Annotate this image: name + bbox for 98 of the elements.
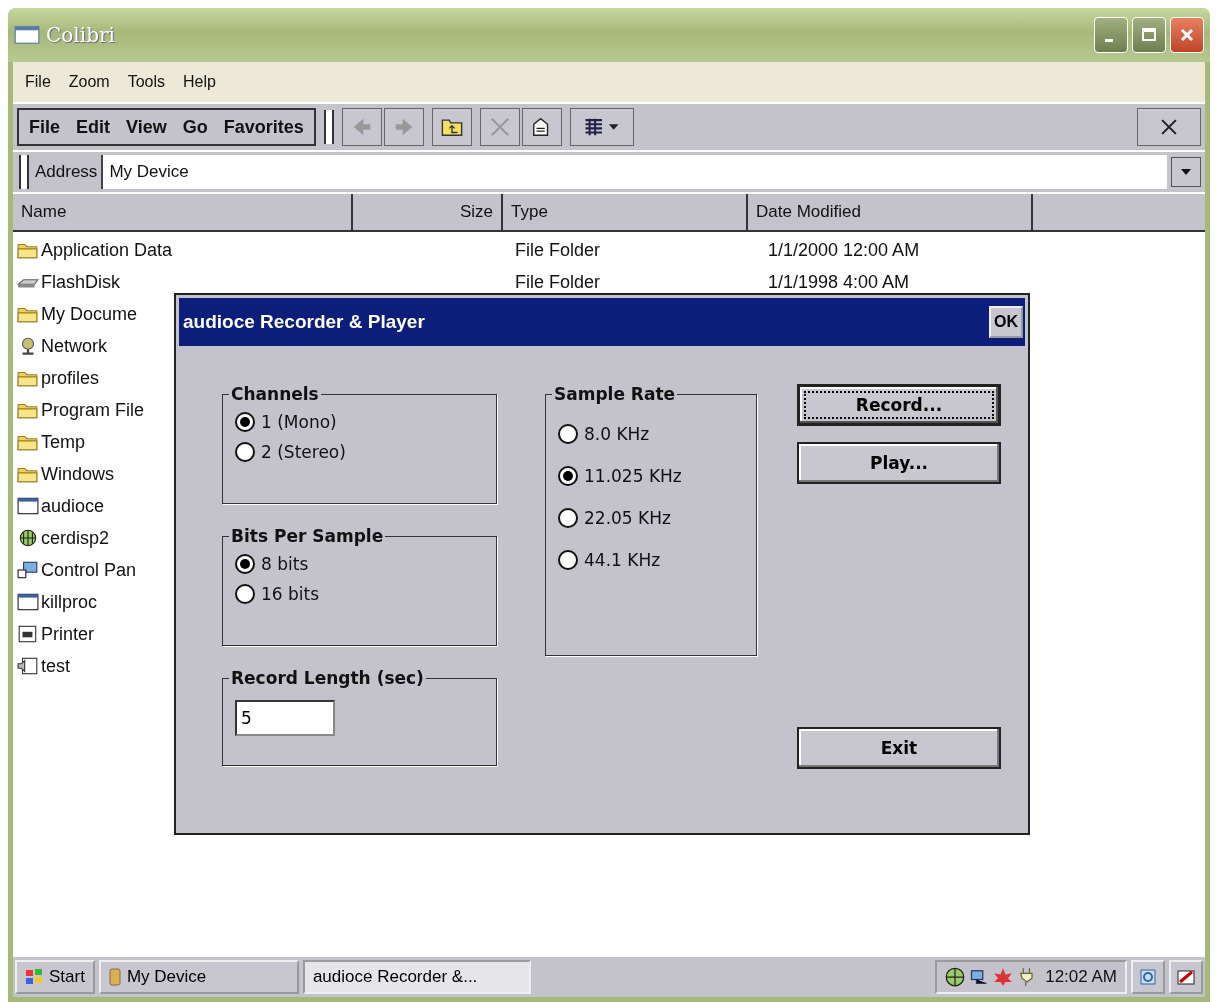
radio-option[interactable]: 8 bits xyxy=(235,554,488,574)
column-header[interactable]: Type xyxy=(503,194,748,230)
radio-option[interactable]: 44.1 KHz xyxy=(558,550,748,570)
file-name[interactable]: profiles xyxy=(41,367,100,389)
menu-item[interactable]: Edit xyxy=(76,116,110,138)
desktop-button[interactable] xyxy=(1131,960,1165,994)
group-title: Record Length (sec) xyxy=(230,668,425,688)
radio-option[interactable]: 22.05 KHz xyxy=(558,508,748,528)
control-panel-icon xyxy=(17,561,39,579)
folder-icon xyxy=(17,241,39,259)
target-icon xyxy=(1139,968,1157,986)
group-title: Bits Per Sample xyxy=(230,526,385,546)
windows-flag-icon xyxy=(25,968,43,986)
file-name[interactable]: Application Data xyxy=(41,239,173,261)
start-button[interactable]: Start xyxy=(15,960,95,994)
radio-option[interactable]: 1 (Mono) xyxy=(235,412,488,432)
file-name[interactable]: test xyxy=(41,655,70,677)
group-title: Channels xyxy=(230,384,320,404)
taskbar-button[interactable]: audioce Recorder &... xyxy=(302,960,531,994)
file-type: File Folder xyxy=(515,271,601,292)
globe-icon[interactable] xyxy=(945,967,966,987)
address-field[interactable]: My Device xyxy=(101,155,1167,189)
radio-button[interactable] xyxy=(235,554,255,574)
window-icon xyxy=(17,497,39,515)
file-name[interactable]: Temp xyxy=(41,431,85,453)
menu-item[interactable]: Go xyxy=(182,116,208,138)
radio-button[interactable] xyxy=(558,508,578,528)
file-name[interactable]: Printer xyxy=(41,623,94,645)
device-icon xyxy=(108,968,121,986)
input-panel-icon xyxy=(1177,968,1195,986)
radio-button[interactable] xyxy=(235,584,255,604)
radio-option[interactable]: 2 (Stereo) xyxy=(235,442,488,462)
file-name[interactable]: Program File xyxy=(41,399,145,421)
menu-item[interactable]: File xyxy=(29,116,60,138)
maximize-button[interactable] xyxy=(1132,17,1166,53)
column-header[interactable]: Name xyxy=(13,194,353,230)
menu-item[interactable]: File xyxy=(25,73,51,91)
input-field[interactable]: 5 xyxy=(235,700,335,736)
file-name[interactable]: audioce xyxy=(41,495,105,517)
file-date: 1/1/1998 4:00 AM xyxy=(768,271,910,292)
file-name[interactable]: FlashDisk xyxy=(41,271,120,293)
toolbar-grip[interactable] xyxy=(19,155,29,189)
window-icon xyxy=(17,593,39,611)
folder-icon xyxy=(17,305,39,323)
radio-button[interactable] xyxy=(558,466,578,486)
network-icon[interactable] xyxy=(969,967,990,987)
menu-item[interactable]: Tools xyxy=(127,73,166,91)
minimize-button[interactable] xyxy=(1094,17,1128,53)
printer-icon xyxy=(17,625,39,643)
globe-icon xyxy=(17,529,39,547)
menu-item[interactable]: Favorites xyxy=(223,116,304,138)
ok-button[interactable]: OK xyxy=(989,306,1023,338)
up-button[interactable] xyxy=(431,108,472,146)
file-name[interactable]: cerdisp2 xyxy=(41,527,110,549)
column-header[interactable]: Size xyxy=(353,194,503,230)
close-button[interactable] xyxy=(1137,108,1201,146)
radio-button[interactable] xyxy=(235,412,255,432)
delete-icon xyxy=(488,116,511,138)
file-name[interactable]: Control Pan xyxy=(41,559,137,581)
views-button[interactable] xyxy=(569,108,634,146)
caret-icon xyxy=(1180,168,1192,176)
dialog-title: audioce Recorder & Player xyxy=(183,311,425,333)
radio-button[interactable] xyxy=(558,424,578,444)
menu-item[interactable]: Zoom xyxy=(68,73,110,91)
file-name[interactable]: Network xyxy=(41,335,107,357)
sound-file-icon xyxy=(17,657,39,675)
radio-option[interactable]: 8.0 KHz xyxy=(558,424,748,444)
window-icon xyxy=(14,25,40,45)
group-title: Sample Rate xyxy=(553,384,677,404)
folder-icon xyxy=(17,401,39,419)
properties-button[interactable] xyxy=(521,108,562,146)
file-type: File Folder xyxy=(515,239,601,260)
minimize-icon xyxy=(1105,38,1113,42)
taskbar-button[interactable]: My Device xyxy=(98,960,299,994)
input-panel-button[interactable] xyxy=(1169,960,1203,994)
radio-button[interactable] xyxy=(235,442,255,462)
folder-icon xyxy=(17,369,39,387)
dropdown-button[interactable] xyxy=(1171,157,1201,187)
folder-up-icon xyxy=(440,116,463,138)
push-button[interactable]: Exit xyxy=(797,727,1001,769)
file-name[interactable]: Windows xyxy=(41,463,115,485)
radio-option[interactable]: 16 bits xyxy=(235,584,488,604)
file-name[interactable]: killproc xyxy=(41,591,97,613)
address-label: Address xyxy=(34,162,99,182)
folder-icon xyxy=(17,465,39,483)
radio-button[interactable] xyxy=(558,550,578,570)
clock: 12:02 AM xyxy=(1045,967,1117,987)
file-date: 1/1/2000 12:00 AM xyxy=(768,239,920,260)
window-title: Colibri xyxy=(46,23,115,47)
column-header[interactable]: Date Modified xyxy=(748,194,1033,230)
toolbar-grip[interactable] xyxy=(323,110,334,144)
push-button[interactable]: Play... xyxy=(797,442,1001,484)
radio-option[interactable]: 11.025 KHz xyxy=(558,466,748,486)
menu-item[interactable]: View xyxy=(126,116,167,138)
folder-icon xyxy=(17,433,39,451)
file-name[interactable]: My Docume xyxy=(41,303,138,325)
menu-item[interactable]: Help xyxy=(183,73,216,91)
push-button[interactable]: Record... xyxy=(797,384,1001,426)
